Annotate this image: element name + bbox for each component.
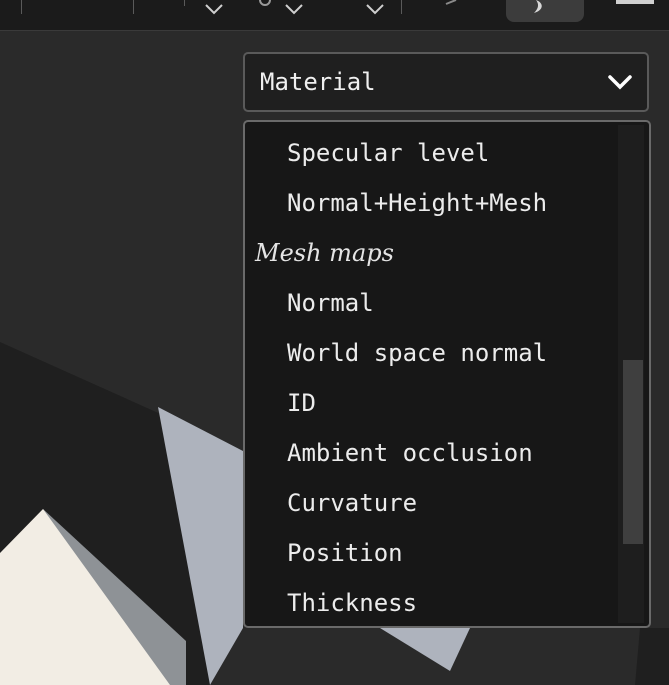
group-header-mesh-maps: Mesh maps	[255, 239, 394, 267]
channel-dropdown-list[interactable]: Specular level Normal+Height+Mesh Mesh m…	[243, 120, 651, 628]
tool-icon[interactable]	[258, 0, 272, 8]
toolbar-tool-icon[interactable]	[184, 0, 185, 6]
channel-select-value: Material	[260, 68, 376, 96]
top-toolbar	[0, 0, 669, 31]
chevron-down-icon[interactable]	[364, 0, 386, 16]
scrollbar-thumb[interactable]	[623, 360, 643, 544]
option-curvature[interactable]: Curvature	[287, 478, 417, 528]
option-specular-level[interactable]: Specular level	[287, 128, 489, 178]
option-normal-height-mesh[interactable]: Normal+Height+Mesh	[287, 178, 547, 228]
panel-icon[interactable]	[616, 0, 654, 4]
option-normal[interactable]: Normal	[287, 278, 374, 328]
option-id[interactable]: ID	[287, 378, 316, 428]
option-thickness[interactable]: Thickness	[287, 578, 417, 626]
channel-select[interactable]: Material	[243, 52, 649, 112]
toolbar-separator	[21, 0, 22, 14]
option-position[interactable]: Position	[287, 528, 403, 578]
tool-icon[interactable]	[444, 0, 458, 6]
moon-icon	[534, 0, 542, 13]
option-ambient-occlusion[interactable]: Ambient occlusion	[287, 428, 533, 478]
moon-toggle-button[interactable]	[506, 0, 584, 22]
mesh-edge	[635, 628, 669, 685]
toolbar-separator	[133, 0, 134, 14]
option-world-space-normal[interactable]: World space normal	[287, 328, 547, 378]
toolbar-separator	[401, 0, 402, 14]
chevron-down-icon[interactable]	[283, 0, 305, 16]
chevron-down-icon	[608, 75, 632, 90]
chevron-down-icon[interactable]	[203, 0, 225, 16]
